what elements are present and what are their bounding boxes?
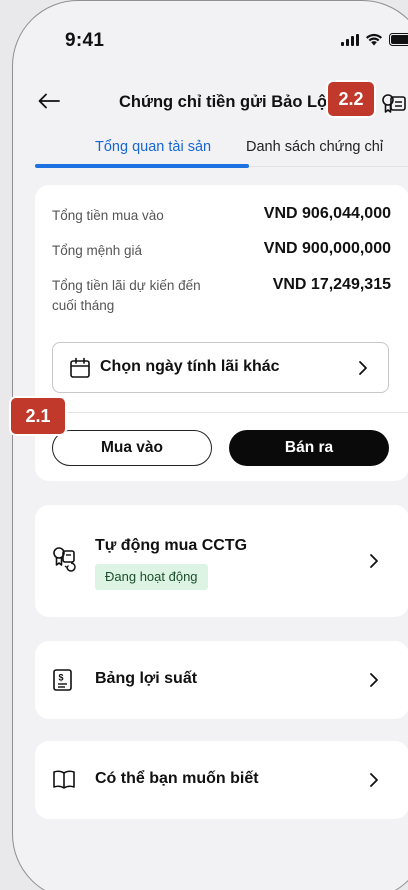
chevron-right-icon	[359, 361, 367, 375]
chevron-right-icon	[370, 773, 378, 787]
rates-card[interactable]: $ Bảng lợi suất	[35, 641, 408, 719]
back-button[interactable]	[35, 87, 63, 115]
choose-date-button[interactable]: Chọn ngày tính lãi khác	[52, 342, 389, 393]
buy-button[interactable]: Mua vào	[52, 430, 212, 466]
back-arrow-icon	[38, 93, 60, 109]
chevron-right-icon	[370, 554, 378, 568]
expected-interest-value: VND 17,249,315	[272, 276, 391, 293]
auto-buy-card[interactable]: Tự động mua CCTG Đang hoạt động	[35, 505, 408, 617]
wifi-icon	[366, 33, 382, 46]
chevron-right-icon	[370, 673, 378, 687]
choose-date-label: Chọn ngày tính lãi khác	[100, 358, 280, 375]
auto-buy-icon	[53, 547, 76, 572]
battery-icon	[389, 33, 408, 46]
rates-doc-icon: $	[53, 669, 72, 691]
total-face-value-value: VND 900,000,000	[263, 240, 391, 257]
calendar-icon	[70, 357, 90, 378]
rates-label: Bảng lợi suất	[95, 670, 198, 687]
tab-bar: Tổng quan tài sản Danh sách chứng chỉ	[13, 131, 408, 171]
book-icon	[53, 770, 75, 789]
signal-icon	[341, 33, 359, 46]
tab-overview[interactable]: Tổng quan tài sản	[95, 139, 211, 155]
certificate-icon	[382, 94, 406, 113]
total-purchase-label: Tổng tiền mua vào	[52, 208, 164, 223]
certificate-button[interactable]	[381, 92, 407, 116]
tab-divider	[249, 166, 408, 167]
total-purchase-value: VND 906,044,000	[263, 205, 391, 222]
page-title: Chứng chỉ tiền gửi Bảo Lộc	[119, 93, 337, 111]
annotation-marker-2-2: 2.2	[326, 80, 376, 118]
screen: 9:41 Chứng chỉ tiền gửi Bảo Lộc Tổng qua…	[13, 1, 408, 890]
info-card[interactable]: Có thể bạn muốn biết	[35, 741, 408, 819]
status-time: 9:41	[65, 30, 105, 51]
info-label: Có thể bạn muốn biết	[95, 770, 259, 787]
sell-button[interactable]: Bán ra	[229, 430, 389, 466]
phone-frame: 9:41 Chứng chỉ tiền gửi Bảo Lộc Tổng qua…	[12, 0, 408, 890]
svg-text:$: $	[59, 673, 64, 683]
total-face-value-label: Tổng mệnh giá	[52, 243, 143, 258]
auto-buy-label: Tự động mua CCTG	[95, 537, 248, 554]
expected-interest-label: Tổng tiền lãi dự kiến đến cuối tháng	[52, 278, 201, 313]
tab-certificate-list[interactable]: Danh sách chứng chỉ	[246, 139, 383, 155]
card-divider	[35, 412, 408, 413]
status-badge: Đang hoạt động	[95, 564, 208, 590]
status-icons	[341, 33, 408, 46]
active-tab-indicator	[35, 164, 249, 168]
annotation-marker-2-1: 2.1	[9, 396, 67, 436]
asset-summary-card: Tổng tiền mua vào VND 906,044,000 Tổng m…	[35, 185, 408, 481]
